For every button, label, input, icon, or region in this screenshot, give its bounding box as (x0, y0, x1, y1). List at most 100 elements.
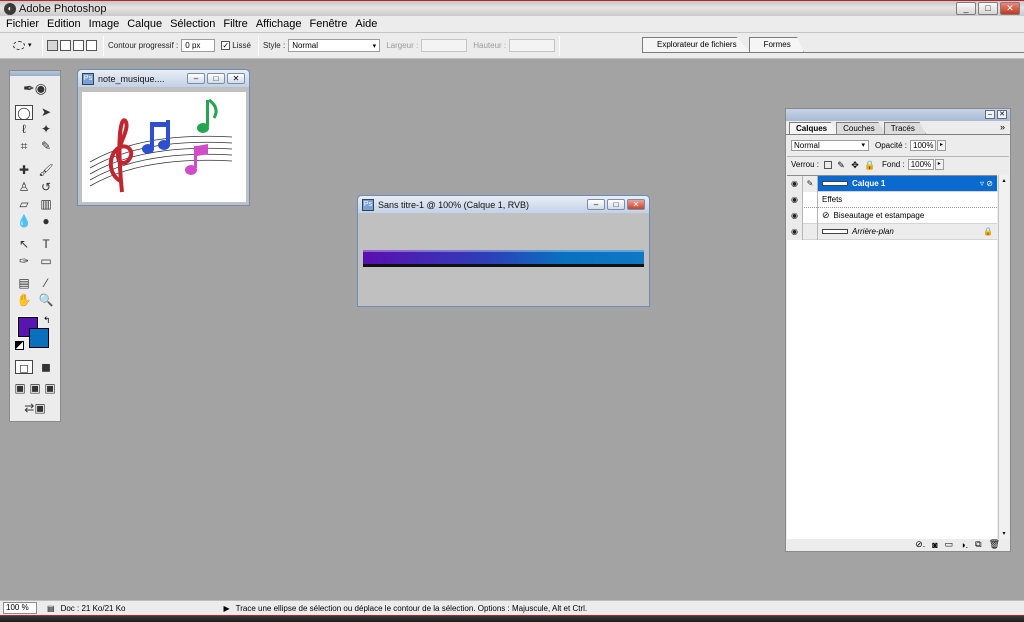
menu-filtre[interactable]: Filtre (219, 18, 251, 30)
menu-fichier[interactable]: Fichier (2, 18, 43, 30)
menu-calque[interactable]: Calque (123, 18, 166, 30)
layers-palette-header[interactable]: – ✕ (786, 109, 1010, 121)
default-colors-icon[interactable] (15, 341, 24, 350)
background-color-swatch[interactable] (29, 328, 49, 348)
scroll-up-arrow-icon[interactable]: ▴ (999, 177, 1009, 184)
notes-tool-icon[interactable]: ▤ (15, 276, 33, 291)
crop-tool-icon[interactable]: ⌗ (15, 139, 33, 154)
adjustment-layer-icon[interactable]: ◑. (960, 540, 968, 550)
trash-icon[interactable]: 🗑 (989, 539, 1000, 550)
document-maximize-button[interactable]: □ (607, 199, 625, 210)
eyedropper-tool-icon[interactable]: ⁄ (37, 276, 55, 291)
dodge-tool-icon[interactable]: ● (37, 214, 55, 229)
standard-screen-mode-icon[interactable]: ▣ (13, 381, 27, 396)
width-input[interactable] (421, 39, 468, 52)
lock-all-icon[interactable]: 🔒 (864, 160, 875, 170)
document-titlebar[interactable]: Ps note_musique.... – □ ✕ (78, 70, 249, 87)
menu-affichage[interactable]: Affichage (252, 18, 306, 30)
new-group-icon[interactable]: ▭ (945, 539, 954, 550)
eye-icon[interactable]: ◉ (787, 175, 803, 192)
tab-shapes[interactable]: Formes (748, 37, 804, 52)
brush-tool-icon[interactable]: 🖌 (37, 163, 55, 178)
menu-aide[interactable]: Aide (351, 18, 381, 30)
shape-tool-icon[interactable]: ▭ (37, 254, 55, 269)
intersect-selection-mode-icon[interactable] (86, 40, 97, 51)
path-selection-tool-icon[interactable]: ↖ (15, 237, 33, 252)
tab-channels[interactable]: Couches (836, 122, 886, 134)
document-titlebar[interactable]: Ps Sans titre-1 @ 100% (Calque 1, RVB) –… (358, 196, 649, 213)
palette-menu-icon[interactable]: » (1000, 122, 1005, 132)
lock-transparency-icon[interactable] (824, 160, 833, 169)
eye-icon[interactable]: ◉ (787, 191, 803, 208)
add-selection-mode-icon[interactable] (60, 40, 71, 51)
layer-effects-row[interactable]: ◉ Effets (787, 191, 997, 208)
marquee-tool-icon[interactable]: ◯ (15, 105, 33, 120)
menu-selection[interactable]: Sélection (166, 18, 219, 30)
layer-mask-icon[interactable]: ◙ (932, 540, 937, 550)
eye-icon[interactable]: ◉ (787, 207, 803, 224)
layer-row-background[interactable]: ◉ Arrière-plan 🔒 (787, 223, 997, 240)
tab-layers[interactable]: Calques (789, 122, 839, 134)
quick-mask-mode-icon[interactable]: ◼ (37, 360, 55, 375)
antialias-checkbox[interactable]: ✓ (221, 41, 231, 50)
menu-edition[interactable]: Edition (43, 18, 85, 30)
document-maximize-button[interactable]: □ (207, 73, 225, 84)
lasso-tool-icon[interactable]: ℓ (15, 122, 33, 137)
tab-paths[interactable]: Tracés (883, 122, 926, 134)
clone-stamp-tool-icon[interactable]: ♙ (15, 180, 33, 195)
lock-position-icon[interactable]: ✥ (850, 160, 860, 170)
swap-colors-icon[interactable]: ↰ (43, 315, 51, 326)
opacity-slider-arrow-icon[interactable]: ▸ (937, 140, 947, 151)
gradient-tool-icon[interactable]: ▥ (37, 197, 55, 212)
document-close-button[interactable]: ✕ (627, 199, 645, 210)
adobe-online-icon[interactable]: ✒◉ (12, 80, 58, 98)
move-tool-icon[interactable]: ➤ (37, 105, 55, 120)
status-menu-arrow-icon[interactable]: ▶ (224, 604, 230, 613)
lock-pixels-icon[interactable]: ✎ (836, 160, 846, 170)
document-close-button[interactable]: ✕ (227, 73, 245, 84)
slice-tool-icon[interactable]: ✎ (37, 139, 55, 154)
feather-input[interactable]: 0 px (181, 39, 216, 52)
fill-slider-arrow-icon[interactable]: ▸ (934, 159, 944, 170)
full-screen-menu-mode-icon[interactable]: ▣ (28, 381, 42, 396)
menu-fenetre[interactable]: Fenêtre (305, 18, 351, 30)
tab-file-browser[interactable]: Explorateur de fichiers (642, 37, 750, 52)
new-layer-icon[interactable]: ⧉ (975, 539, 981, 550)
blur-tool-icon[interactable]: 💧 (15, 214, 33, 229)
maximize-button[interactable]: □ (978, 2, 998, 15)
jump-to-imageready-icon[interactable]: ⇄▣ (15, 401, 55, 416)
height-input[interactable] (509, 39, 556, 52)
brush-link-icon[interactable]: ✎ (803, 175, 818, 192)
document-minimize-button[interactable]: – (587, 199, 605, 210)
healing-brush-tool-icon[interactable]: ✚ (15, 163, 33, 178)
full-screen-mode-icon[interactable]: ▣ (43, 381, 57, 396)
layer-style-icon[interactable]: ⊘. (915, 539, 925, 550)
tools-palette-header[interactable] (10, 71, 60, 76)
eraser-tool-icon[interactable]: ▱ (15, 197, 33, 212)
new-selection-mode-icon[interactable] (47, 40, 58, 51)
palette-minimize-button[interactable]: – (985, 110, 995, 119)
minimize-button[interactable]: _ (956, 2, 976, 15)
palette-close-button[interactable]: ✕ (997, 110, 1007, 119)
opacity-input[interactable]: 100% (910, 140, 937, 151)
menu-image[interactable]: Image (85, 18, 124, 30)
subtract-selection-mode-icon[interactable] (73, 40, 84, 51)
eye-icon[interactable]: ◉ (787, 223, 803, 240)
fill-input[interactable]: 100% (907, 159, 934, 170)
history-brush-tool-icon[interactable]: ↺ (37, 180, 55, 195)
tool-preset-picker[interactable]: ▾ (10, 36, 38, 56)
document-minimize-button[interactable]: – (187, 73, 205, 84)
layers-scrollbar[interactable]: ▴ ▾ (998, 175, 1009, 539)
magic-wand-tool-icon[interactable]: ✦ (37, 122, 55, 137)
layer-row-calque-1[interactable]: ◉ ✎ Calque 1 ▿ ⊘ (787, 175, 997, 192)
scroll-down-arrow-icon[interactable]: ▾ (999, 530, 1009, 537)
pen-tool-icon[interactable]: ✑ (15, 254, 33, 269)
zoom-tool-icon[interactable]: 🔍 (37, 293, 55, 308)
style-select[interactable]: Normal ▾ (288, 39, 381, 52)
layer-effect-bevel-row[interactable]: ◉ ⊘ Biseautage et estampage (787, 207, 997, 224)
type-tool-icon[interactable]: T (37, 237, 55, 252)
zoom-field[interactable]: 100 % (3, 602, 37, 614)
brush-link-icon[interactable] (803, 223, 818, 240)
standard-mode-icon[interactable]: ◻ (15, 360, 33, 375)
layer-effects-icon[interactable]: ▿ ⊘ (980, 179, 993, 188)
